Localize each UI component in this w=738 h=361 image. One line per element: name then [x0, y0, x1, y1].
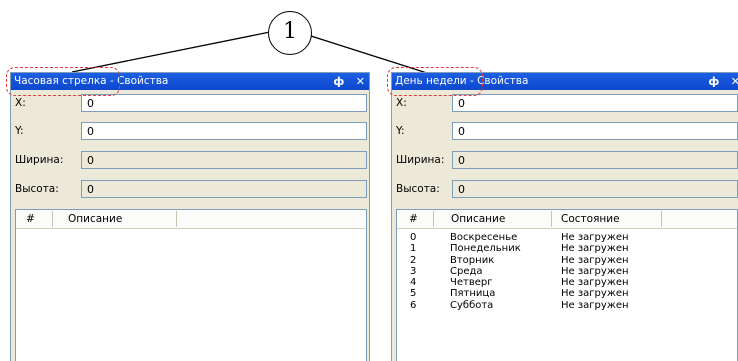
list-cell-desc: Пятница [450, 288, 496, 300]
list-cell-desc: Четверг [450, 277, 493, 289]
list-cell-state: Не загружен [561, 299, 629, 311]
list-item[interactable]: 4 Четверг Не загружен [397, 277, 737, 288]
y-input[interactable]: 0 [452, 122, 738, 140]
width-label: Ширина: [396, 154, 445, 166]
col-header-state[interactable]: Состояние [561, 213, 620, 225]
list-cell-desc: Суббота [450, 299, 494, 311]
y-label: Y: [396, 125, 405, 137]
height-label: Высота: [396, 183, 440, 195]
col-header-description[interactable]: Описание [451, 213, 505, 225]
x-label: X: [15, 97, 26, 109]
height-label: Высота: [15, 183, 59, 195]
list-cell-desc: Воскресенье [450, 232, 518, 243]
list-cell-num: 1 [410, 243, 417, 255]
y-label: Y: [15, 125, 24, 137]
list-cell-state: Не загружен [561, 243, 629, 255]
pin-icon[interactable]: ф [708, 75, 719, 88]
list-cell-num: 3 [410, 265, 417, 277]
list-cell-num: 2 [410, 254, 417, 266]
close-icon[interactable]: ✕ [731, 75, 738, 88]
x-input[interactable]: 0 [81, 94, 367, 112]
close-icon[interactable]: ✕ [356, 75, 365, 88]
height-field: 0 [81, 180, 367, 198]
height-field: 0 [452, 180, 738, 198]
highlight-oval-object-name [387, 67, 483, 96]
width-label: Ширина: [15, 154, 64, 166]
y-input[interactable]: 0 [81, 122, 367, 140]
list-cell-num: 5 [410, 288, 417, 300]
x-input[interactable]: 0 [452, 94, 738, 112]
states-list[interactable]: # Описание [15, 209, 367, 361]
list-cell-desc: Понедельник [450, 243, 521, 255]
list-cell-num: 6 [410, 299, 417, 311]
weekday-properties-panel: День недели - Свойства ф ✕ X: 0 Y: 0 Шир… [391, 72, 738, 361]
list-cell-state: Не загружен [561, 232, 629, 243]
width-field: 0 [452, 151, 738, 169]
pin-icon[interactable]: ф [333, 75, 344, 88]
list-cell-desc: Вторник [450, 254, 495, 266]
list-item[interactable]: 0 Воскресенье Не загружен [397, 232, 737, 243]
list-cell-state: Не загружен [561, 254, 629, 266]
col-header-number[interactable]: # [409, 213, 418, 225]
list-header: # Описание Состояние [397, 210, 737, 229]
list-cell-num: 0 [410, 232, 417, 243]
width-field: 0 [81, 151, 367, 169]
col-header-number[interactable]: # [26, 213, 35, 225]
height-row: Высота: 0 [392, 179, 738, 201]
clock-hand-properties-panel: Часовая стрелка - Свойства ф ✕ X: 0 Y: 0… [10, 72, 370, 361]
callout-number: 1 [268, 11, 312, 55]
x-row: X: 0 [392, 93, 738, 115]
width-row: Ширина: 0 [11, 150, 369, 172]
list-cell-state: Не загружен [561, 288, 629, 300]
width-row: Ширина: 0 [392, 150, 738, 172]
y-row: Y: 0 [11, 121, 369, 143]
list-item[interactable]: 5 Пятница Не загружен [397, 288, 737, 299]
list-item[interactable]: 1 Понедельник Не загружен [397, 243, 737, 254]
list-cell-desc: Среда [450, 265, 483, 277]
list-cell-state: Не загружен [561, 277, 629, 289]
list-header: # Описание [16, 210, 366, 229]
height-row: Высота: 0 [11, 179, 369, 201]
list-item[interactable]: 6 Суббота Не загружен [397, 300, 737, 311]
col-header-description[interactable]: Описание [68, 213, 122, 225]
list-cell-num: 4 [410, 277, 417, 289]
list-item[interactable]: 3 Среда Не загружен [397, 266, 737, 277]
list-item[interactable]: 2 Вторник Не загружен [397, 255, 737, 266]
list-cell-state: Не загружен [561, 265, 629, 277]
x-row: X: 0 [11, 93, 369, 115]
y-row: Y: 0 [392, 121, 738, 143]
highlight-oval-object-name [6, 67, 120, 96]
states-list[interactable]: # Описание Состояние 0 Воскресенье Не загр… [396, 209, 738, 361]
x-label: X: [396, 97, 407, 109]
